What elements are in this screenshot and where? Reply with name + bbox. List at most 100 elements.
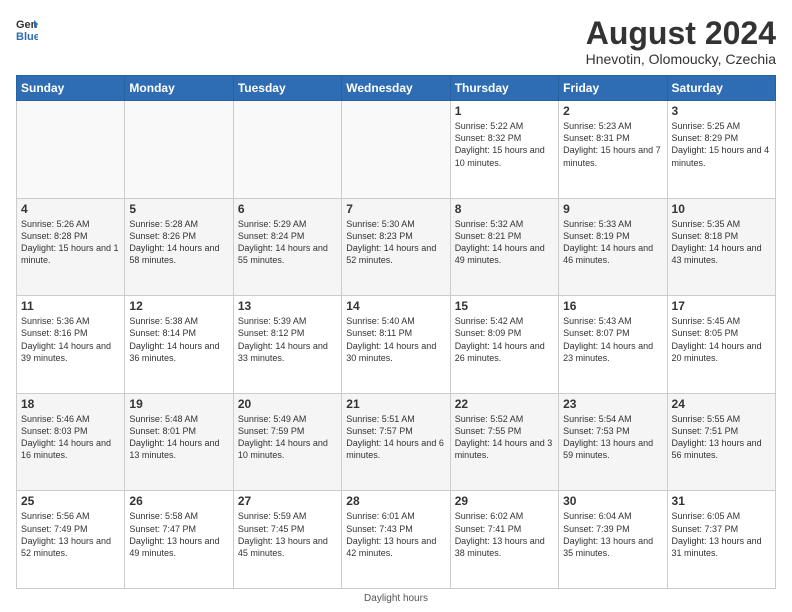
calendar-table: Sunday Monday Tuesday Wednesday Thursday…	[16, 75, 776, 589]
table-row: 20 Sunrise: 5:49 AMSunset: 7:59 PMDayligh…	[233, 393, 341, 491]
calendar-row: 4 Sunrise: 5:26 AMSunset: 8:28 PMDaylight…	[17, 198, 776, 296]
table-row: 28 Sunrise: 6:01 AMSunset: 7:43 PMDayligh…	[342, 491, 450, 589]
col-wednesday: Wednesday	[342, 76, 450, 101]
table-row: 16 Sunrise: 5:43 AMSunset: 8:07 PMDayligh…	[559, 296, 667, 394]
day-number: 3	[672, 104, 771, 118]
table-row: 29 Sunrise: 6:02 AMSunset: 7:41 PMDayligh…	[450, 491, 558, 589]
col-sunday: Sunday	[17, 76, 125, 101]
day-number: 6	[238, 202, 337, 216]
day-info: Sunrise: 5:45 AMSunset: 8:05 PMDaylight:…	[672, 315, 771, 364]
table-row: 11Sunrise: 5:36 AMSunset: 8:16 PMDayligh…	[17, 296, 125, 394]
day-info: Sunrise: 5:55 AMSunset: 7:51 PMDaylight:…	[672, 413, 771, 462]
main-title: August 2024	[586, 16, 776, 51]
table-row: 13 Sunrise: 5:39 AMSunset: 8:12 PMDayligh…	[233, 296, 341, 394]
day-info: Sunrise: 5:58 AMSunset: 7:47 PMDaylight:…	[129, 510, 228, 559]
day-info: Sunrise: 6:05 AMSunset: 7:37 PMDaylight:…	[672, 510, 771, 559]
day-info: Sunrise: 6:02 AMSunset: 7:41 PMDaylight:…	[455, 510, 554, 559]
day-number: 1	[455, 104, 554, 118]
subtitle: Hnevotin, Olomoucky, Czechia	[586, 51, 776, 67]
table-row	[125, 101, 233, 199]
table-row: 14 Sunrise: 5:40 AMSunset: 8:11 PMDayligh…	[342, 296, 450, 394]
day-info: Sunrise: 5:56 AMSunset: 7:49 PMDaylight:…	[21, 510, 120, 559]
table-row: 18Sunrise: 5:46 AMSunset: 8:03 PMDayligh…	[17, 393, 125, 491]
day-number: 17	[672, 299, 771, 313]
page: General Blue August 2024 Hnevotin, Olomo…	[0, 0, 792, 612]
day-info: Sunrise: 5:52 AMSunset: 7:55 PMDaylight:…	[455, 413, 554, 462]
day-info: Sunrise: 5:43 AMSunset: 8:07 PMDaylight:…	[563, 315, 662, 364]
day-info: Sunrise: 5:40 AMSunset: 8:11 PMDaylight:…	[346, 315, 445, 364]
table-row: 21 Sunrise: 5:51 AMSunset: 7:57 PMDayligh…	[342, 393, 450, 491]
day-number: 13	[238, 299, 337, 313]
header: General Blue August 2024 Hnevotin, Olomo…	[16, 16, 776, 67]
day-number: 22	[455, 397, 554, 411]
day-info: Sunrise: 5:39 AMSunset: 8:12 PMDaylight:…	[238, 315, 337, 364]
day-number: 27	[238, 494, 337, 508]
day-number: 12	[129, 299, 228, 313]
day-info: Sunrise: 5:33 AMSunset: 8:19 PMDaylight:…	[563, 218, 662, 267]
table-row: 2Sunrise: 5:23 AMSunset: 8:31 PMDaylight…	[559, 101, 667, 199]
col-friday: Friday	[559, 76, 667, 101]
day-number: 5	[129, 202, 228, 216]
day-number: 31	[672, 494, 771, 508]
table-row: 25 Sunrise: 5:56 AMSunset: 7:49 PMDayligh…	[17, 491, 125, 589]
table-row: 27Sunrise: 5:59 AMSunset: 7:45 PMDayligh…	[233, 491, 341, 589]
day-info: Sunrise: 6:04 AMSunset: 7:39 PMDaylight:…	[563, 510, 662, 559]
table-row: 15Sunrise: 5:42 AMSunset: 8:09 PMDayligh…	[450, 296, 558, 394]
day-info: Sunrise: 5:54 AMSunset: 7:53 PMDaylight:…	[563, 413, 662, 462]
table-row: 10Sunrise: 5:35 AMSunset: 8:18 PMDayligh…	[667, 198, 775, 296]
day-number: 23	[563, 397, 662, 411]
day-number: 2	[563, 104, 662, 118]
day-info: Sunrise: 5:28 AMSunset: 8:26 PMDaylight:…	[129, 218, 228, 267]
table-row: 24 Sunrise: 5:55 AMSunset: 7:51 PMDayligh…	[667, 393, 775, 491]
logo-icon: General Blue	[16, 16, 38, 38]
day-info: Sunrise: 5:48 AMSunset: 8:01 PMDaylight:…	[129, 413, 228, 462]
day-info: Sunrise: 6:01 AMSunset: 7:43 PMDaylight:…	[346, 510, 445, 559]
table-row: 31 Sunrise: 6:05 AMSunset: 7:37 PMDayligh…	[667, 491, 775, 589]
day-info: Sunrise: 5:49 AMSunset: 7:59 PMDaylight:…	[238, 413, 337, 462]
title-block: August 2024 Hnevotin, Olomoucky, Czechia	[586, 16, 776, 67]
day-info: Sunrise: 5:30 AMSunset: 8:23 PMDaylight:…	[346, 218, 445, 267]
table-row: 30 Sunrise: 6:04 AMSunset: 7:39 PMDayligh…	[559, 491, 667, 589]
day-number: 21	[346, 397, 445, 411]
day-number: 16	[563, 299, 662, 313]
footer-note: Daylight hours	[16, 593, 776, 604]
calendar-row: 25 Sunrise: 5:56 AMSunset: 7:49 PMDayligh…	[17, 491, 776, 589]
day-info: Sunrise: 5:51 AMSunset: 7:57 PMDaylight:…	[346, 413, 445, 462]
day-number: 30	[563, 494, 662, 508]
day-info: Sunrise: 5:25 AMSunset: 8:29 PMDaylight:…	[672, 120, 771, 169]
table-row: 8 Sunrise: 5:32 AMSunset: 8:21 PMDaylight…	[450, 198, 558, 296]
table-row: 9Sunrise: 5:33 AMSunset: 8:19 PMDaylight…	[559, 198, 667, 296]
day-number: 8	[455, 202, 554, 216]
day-number: 29	[455, 494, 554, 508]
col-tuesday: Tuesday	[233, 76, 341, 101]
day-info: Sunrise: 5:46 AMSunset: 8:03 PMDaylight:…	[21, 413, 120, 462]
table-row: 4 Sunrise: 5:26 AMSunset: 8:28 PMDaylight…	[17, 198, 125, 296]
table-row: 22 Sunrise: 5:52 AMSunset: 7:55 PMDayligh…	[450, 393, 558, 491]
day-number: 26	[129, 494, 228, 508]
table-row: 5 Sunrise: 5:28 AMSunset: 8:26 PMDaylight…	[125, 198, 233, 296]
day-number: 20	[238, 397, 337, 411]
day-info: Sunrise: 5:29 AMSunset: 8:24 PMDaylight:…	[238, 218, 337, 267]
day-number: 19	[129, 397, 228, 411]
table-row	[17, 101, 125, 199]
day-info: Sunrise: 5:26 AMSunset: 8:28 PMDaylight:…	[21, 218, 120, 267]
table-row: 1Sunrise: 5:22 AMSunset: 8:32 PMDaylight…	[450, 101, 558, 199]
table-row	[342, 101, 450, 199]
table-row: 6 Sunrise: 5:29 AMSunset: 8:24 PMDaylight…	[233, 198, 341, 296]
svg-text:Blue: Blue	[16, 31, 38, 43]
table-row: 3 Sunrise: 5:25 AMSunset: 8:29 PMDaylight…	[667, 101, 775, 199]
logo: General Blue	[16, 16, 38, 38]
day-info: Sunrise: 5:35 AMSunset: 8:18 PMDaylight:…	[672, 218, 771, 267]
header-row: Sunday Monday Tuesday Wednesday Thursday…	[17, 76, 776, 101]
day-number: 28	[346, 494, 445, 508]
col-monday: Monday	[125, 76, 233, 101]
day-number: 25	[21, 494, 120, 508]
day-info: Sunrise: 5:38 AMSunset: 8:14 PMDaylight:…	[129, 315, 228, 364]
day-info: Sunrise: 5:32 AMSunset: 8:21 PMDaylight:…	[455, 218, 554, 267]
day-number: 4	[21, 202, 120, 216]
col-saturday: Saturday	[667, 76, 775, 101]
table-row: 12 Sunrise: 5:38 AMSunset: 8:14 PMDayligh…	[125, 296, 233, 394]
table-row	[233, 101, 341, 199]
day-number: 14	[346, 299, 445, 313]
day-number: 24	[672, 397, 771, 411]
